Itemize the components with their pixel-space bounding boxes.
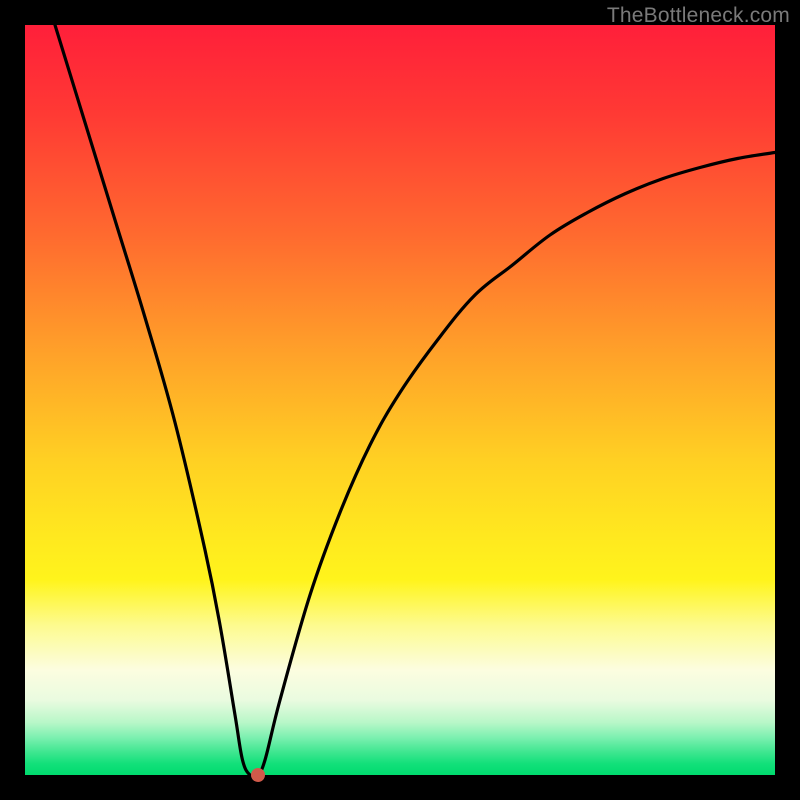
watermark-text: TheBottleneck.com <box>607 4 790 28</box>
bottleneck-curve <box>25 25 775 775</box>
plot-area <box>25 25 775 775</box>
chart-frame: TheBottleneck.com <box>0 0 800 800</box>
optimal-point-marker <box>251 768 265 782</box>
